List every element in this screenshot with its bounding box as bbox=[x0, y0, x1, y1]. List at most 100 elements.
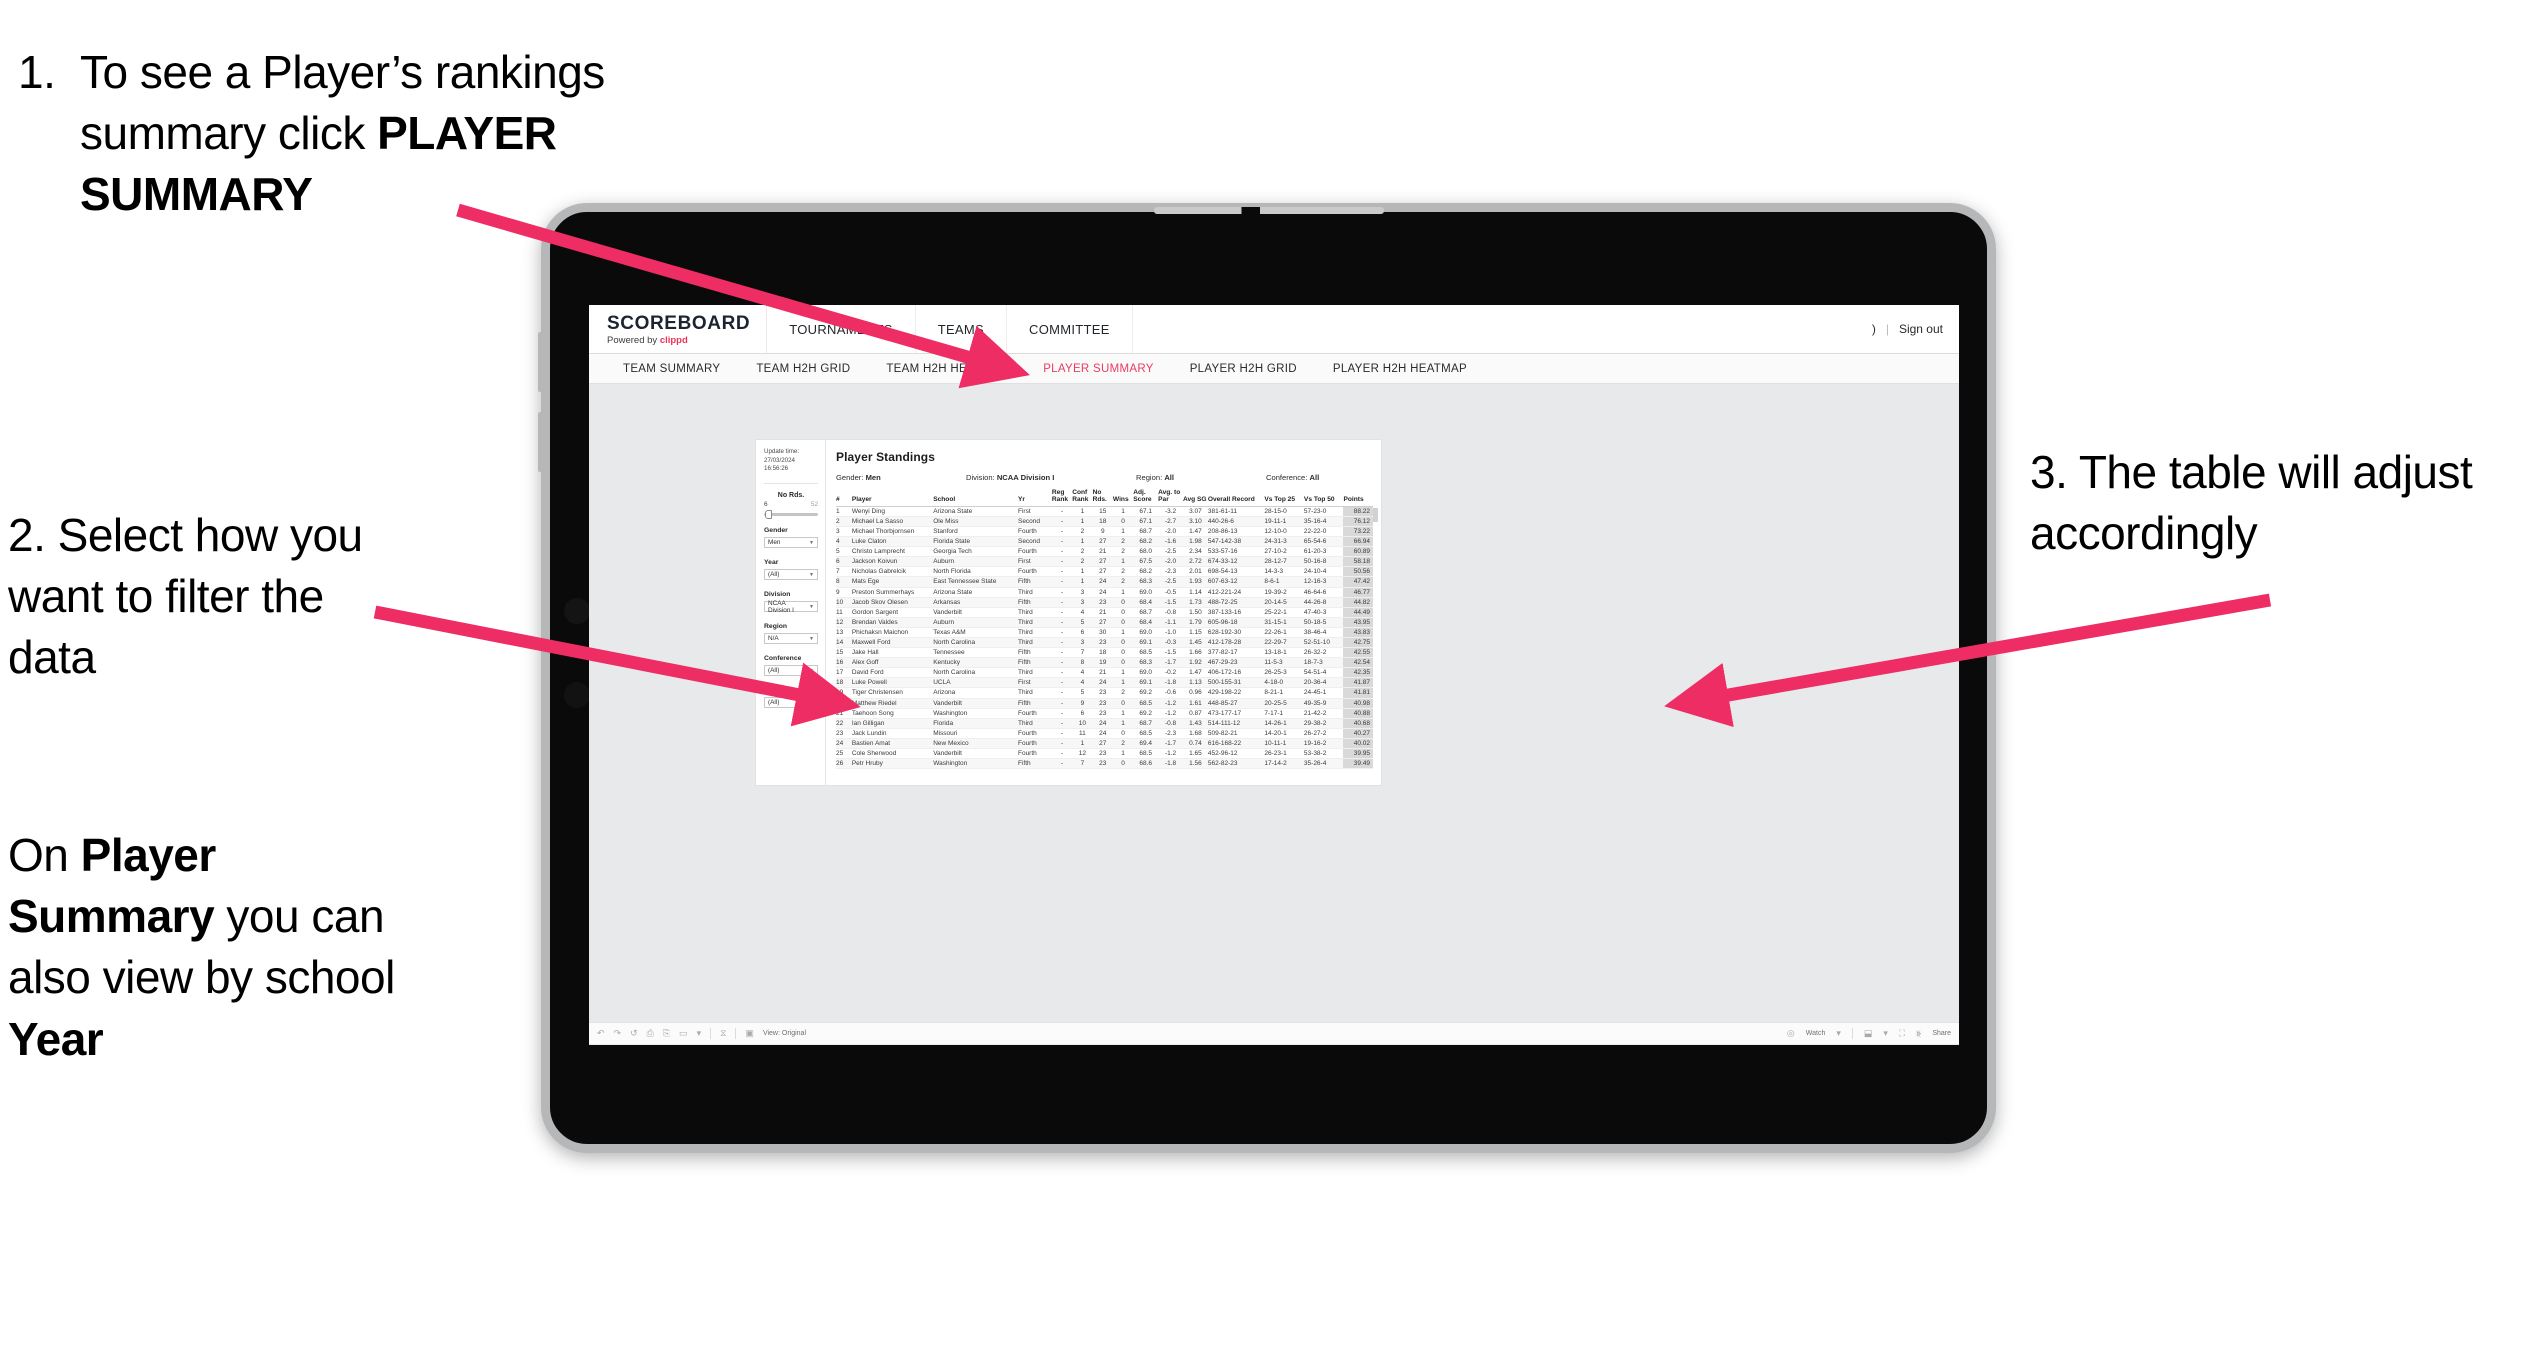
table-row[interactable]: 4 Luke Claton Florida State Second -1 27 2 68.2… bbox=[836, 536, 1373, 548]
table-row[interactable]: 22 Ian Gilligan Florida Third -10 24 1 68.7 -0.8… bbox=[836, 718, 1373, 729]
table-row[interactable]: 5 Christo Lamprecht Georgia Tech Fourth -2 21… bbox=[836, 546, 1373, 558]
cell-player: Mats Ege bbox=[851, 576, 934, 588]
table-row[interactable]: 7 Nicholas Gabrelcik North Florida Fourth -1… bbox=[836, 566, 1373, 578]
slider-handle[interactable] bbox=[765, 509, 772, 519]
meta-gender-value: Men bbox=[865, 473, 881, 482]
cell-points: 60.89 bbox=[1343, 546, 1373, 558]
table-row[interactable]: 17 David Ford North Carolina Third -4 21 1 69.0… bbox=[836, 667, 1373, 679]
col-player[interactable]: Player bbox=[851, 489, 934, 507]
table-row[interactable]: 8 Mats Ege East Tennessee State Fifth -1 24 2 6… bbox=[836, 576, 1373, 588]
sub-nav: TEAM SUMMARY TEAM H2H GRID TEAM H2H HEAT… bbox=[589, 354, 1959, 384]
tab-team-h2h-heatmap[interactable]: TEAM H2H HEATMAP bbox=[868, 363, 1025, 375]
filter-label-year: Year bbox=[764, 559, 779, 567]
cell-vs-top-25: 24-31-3 bbox=[1264, 536, 1304, 548]
chevron-down-icon[interactable]: ▾ bbox=[1883, 1028, 1888, 1039]
device-layout-icon[interactable]: ▭ bbox=[679, 1028, 688, 1039]
filter-select-year[interactable]: (All) ▼ bbox=[764, 569, 818, 581]
cell-adj-score: 69.1 bbox=[1133, 677, 1159, 689]
col-overall-record[interactable]: Overall Record bbox=[1207, 489, 1265, 507]
table-row[interactable]: 18 Luke Powell UCLA First -4 24 1 69.1 -1.8 1.13 5… bbox=[836, 677, 1373, 689]
filter-select-player[interactable]: (All) ▼ bbox=[764, 697, 818, 709]
cell-adj-score: 69.0 bbox=[1133, 667, 1159, 679]
col-avg-to-par[interactable]: Avg. to Par bbox=[1158, 489, 1183, 507]
col-wins[interactable]: Wins bbox=[1112, 489, 1134, 507]
top-nav-item-teams[interactable]: TEAMS bbox=[916, 305, 1007, 353]
table-row[interactable]: 13 Phichaksn Maichon Texas A&M Third -6 30 1 69… bbox=[836, 627, 1373, 638]
cell-points: 43.95 bbox=[1343, 617, 1373, 628]
tab-team-h2h-grid[interactable]: TEAM H2H GRID bbox=[738, 363, 868, 375]
filter-select-region[interactable]: N/A ▼ bbox=[764, 633, 818, 645]
top-nav-item-tournaments[interactable]: TOURNAMENTS bbox=[767, 305, 916, 353]
tab-player-h2h-grid[interactable]: PLAYER H2H GRID bbox=[1172, 363, 1315, 375]
redo-icon[interactable]: ↷ bbox=[614, 1028, 622, 1039]
table-row[interactable]: 3 Michael Thorbjornsen Stanford Fourth -2 9 1 6… bbox=[836, 526, 1373, 538]
view-original-label[interactable]: View: Original bbox=[763, 1030, 806, 1037]
view-icon[interactable]: ▣ bbox=[745, 1028, 754, 1039]
table-row[interactable]: 15 Jake Hall Tennessee Fifth -7 18 0 68.5 -1.5 1.… bbox=[836, 647, 1373, 659]
col-points[interactable]: Points bbox=[1343, 489, 1373, 507]
col-rank[interactable]: # bbox=[836, 489, 852, 507]
slider-track[interactable] bbox=[764, 509, 818, 519]
table-row[interactable]: 12 Brendan Valdes Auburn Third -5 27 0 68.4 -1.1… bbox=[836, 617, 1373, 628]
cell-school: North Carolina bbox=[933, 667, 1018, 679]
col-adj-score[interactable]: Adj. Score bbox=[1133, 489, 1159, 507]
table-row[interactable]: 24 Bastien Amat New Mexico Fourth -1 27 2 69.4-… bbox=[836, 738, 1373, 750]
pause-auto-update-icon[interactable]: ⎘ bbox=[663, 1028, 670, 1039]
col-no-rds[interactable]: No Rds. bbox=[1092, 489, 1113, 507]
col-reg-rank[interactable]: Reg Rank bbox=[1051, 489, 1073, 507]
table-row[interactable]: 11 Gordon Sargent Vanderbilt Third -4 21 0 68.7… bbox=[836, 607, 1373, 618]
col-conf-rank[interactable]: Conf Rank bbox=[1072, 489, 1093, 507]
cell-vs-top-25: 19-11-1 bbox=[1264, 516, 1304, 527]
undo-icon[interactable]: ↶ bbox=[597, 1028, 605, 1039]
col-yr[interactable]: Yr bbox=[1017, 489, 1052, 507]
table-row[interactable]: 23 Jack Lundin Missouri Fourth -11 24 0 68.5 -2.… bbox=[836, 728, 1373, 739]
filter-select-conference[interactable]: (All) ▼ bbox=[764, 665, 818, 677]
share-label[interactable]: Share bbox=[1932, 1030, 1951, 1037]
col-vs-top-50[interactable]: Vs Top 50 bbox=[1303, 489, 1344, 507]
chevron-down-icon[interactable]: ▾ bbox=[697, 1028, 702, 1039]
cell-adj-score: 68.7 bbox=[1133, 607, 1159, 618]
table-row[interactable]: 2 Michael La Sasso Ole Miss Second -1 18 0 67.1… bbox=[836, 516, 1373, 527]
app-header: SCOREBOARD Powered by clippd TOURNAMENTS… bbox=[589, 305, 1959, 354]
share-icon[interactable]: ⦕ bbox=[1916, 1028, 1921, 1039]
table-row[interactable]: 21 Taehoon Song Washington Fourth -6 23 1 69.2-… bbox=[836, 708, 1373, 719]
tab-team-summary[interactable]: TEAM SUMMARY bbox=[605, 363, 738, 375]
watch-label[interactable]: Watch bbox=[1806, 1030, 1826, 1037]
table-row[interactable]: 20 Matthew Riedel Vanderbilt Fifth -9 23 0 68.5… bbox=[836, 698, 1373, 709]
cell-player: Cole Sherwood bbox=[851, 748, 934, 760]
download-icon[interactable]: ⬓ bbox=[1864, 1028, 1873, 1039]
filter-select-division[interactable]: NCAA Division I ▼ bbox=[764, 600, 818, 614]
cell-school: East Tennessee State bbox=[933, 576, 1018, 588]
cell-player: Jackson Koivun bbox=[851, 556, 934, 568]
table-row[interactable]: 16 Alex Goff Kentucky Fifth -8 19 0 68.3 -1.7 1.9… bbox=[836, 657, 1373, 669]
revert-icon[interactable]: ↺ bbox=[630, 1028, 638, 1039]
filter-label-division: Division bbox=[764, 591, 791, 599]
fullscreen-icon[interactable]: ⛶ bbox=[1899, 1028, 1905, 1039]
sign-out-link[interactable]: Sign out bbox=[1899, 322, 1943, 336]
chevron-down-icon[interactable]: ▾ bbox=[1836, 1028, 1841, 1039]
top-nav-item-committee[interactable]: COMMITTEE bbox=[1007, 305, 1133, 353]
table-scrollbar[interactable] bbox=[1373, 508, 1378, 522]
table-row[interactable]: 26 Petr Hruby Washington Fifth -7 23 0 68.6 -1.8… bbox=[836, 758, 1373, 770]
col-avg-sg[interactable]: Avg SG bbox=[1182, 489, 1208, 507]
speed-icon[interactable]: ⧖ bbox=[720, 1028, 726, 1039]
tab-player-summary[interactable]: PLAYER SUMMARY bbox=[1025, 363, 1172, 375]
cell-yr: Second bbox=[1017, 536, 1052, 548]
table-row[interactable]: 6 Jackson Koivun Auburn First -2 27 1 67.5 -2.0 2… bbox=[836, 556, 1373, 568]
watch-icon[interactable]: ◎ bbox=[1787, 1028, 1795, 1039]
refresh-icon[interactable]: ⎙ bbox=[647, 1028, 654, 1039]
tab-player-h2h-heatmap[interactable]: PLAYER H2H HEATMAP bbox=[1315, 363, 1485, 375]
table-row[interactable]: 14 Maxwell Ford North Carolina Third -3 23 0 69… bbox=[836, 637, 1373, 649]
table-row[interactable]: 10 Jacob Skov Olesen Arkansas Fifth -3 23 0 68.… bbox=[836, 597, 1373, 608]
table-row[interactable]: 1 Wenyi Ding Arizona State First -1 15 1 67.1 -3… bbox=[836, 506, 1373, 517]
cell-vs-top-50: 21-42-2 bbox=[1303, 708, 1344, 719]
cell-adj-score: 68.2 bbox=[1133, 536, 1159, 548]
col-school[interactable]: School bbox=[933, 489, 1018, 507]
col-vs-top-25[interactable]: Vs Top 25 bbox=[1264, 489, 1304, 507]
cell-rank: 16 bbox=[836, 657, 852, 669]
filter-select-gender[interactable]: Men ▼ bbox=[764, 537, 818, 549]
table-row[interactable]: 9 Preston Summerhays Arizona State Third -3 2… bbox=[836, 587, 1373, 598]
table-row[interactable]: 25 Cole Sherwood Vanderbilt Fourth -12 23 1 68.… bbox=[836, 748, 1373, 760]
user-avatar-icon[interactable]: ) bbox=[1872, 322, 1876, 336]
table-row[interactable]: 19 Tiger Christensen Arizona Third -5 23 2 69.2… bbox=[836, 687, 1373, 699]
